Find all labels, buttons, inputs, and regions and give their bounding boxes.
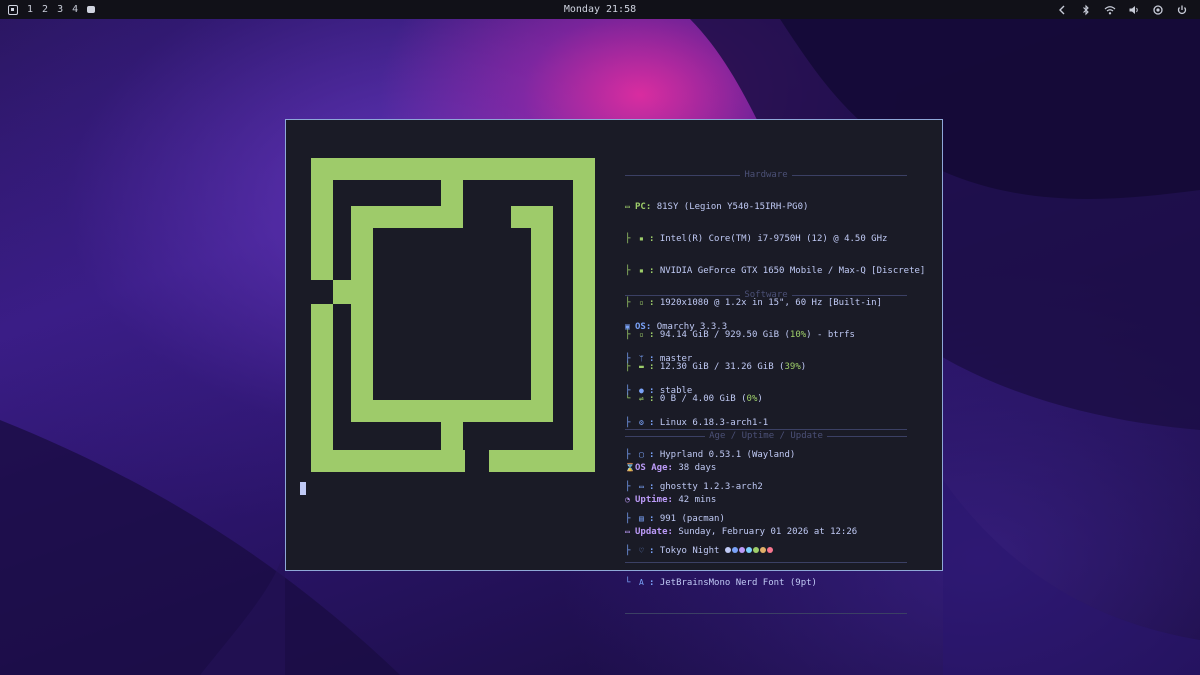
git-branch-icon: ᛘ (639, 354, 644, 363)
software-header: Software (625, 289, 908, 301)
terminal-window[interactable]: Hardware ▭ PC: 81SY (Legion Y540-15IRH-PG… (285, 119, 943, 614)
workspace-3-button[interactable]: 3 (57, 4, 63, 15)
hardware-header: Hardware (625, 169, 908, 181)
age-footer-rule (625, 562, 907, 569)
uptime-row: ◔ Uptime: 42 mins (625, 495, 717, 505)
os-icon: ▣ (625, 322, 630, 331)
bluetooth-icon[interactable] (1080, 4, 1092, 16)
channel-row: ├ ●: stable (625, 386, 693, 396)
channel-icon: ● (639, 386, 644, 395)
settings-icon[interactable] (1152, 4, 1164, 16)
active-workspace-indicator[interactable] (87, 6, 96, 13)
volume-icon[interactable] (1128, 4, 1140, 16)
cpu-icon: ▪ (639, 234, 644, 243)
terminal-cursor (300, 482, 306, 495)
age-header: Age / Uptime / Update (625, 430, 908, 442)
workspace-2-button[interactable]: 2 (42, 4, 48, 15)
os-age-row: ⌛ OS Age: 38 days (625, 463, 717, 473)
app-launcher-icon[interactable] (8, 4, 18, 15)
os-row: ▣ OS: Omarchy 3.3.3 (625, 322, 728, 332)
hourglass-icon: ⌛ (625, 463, 635, 472)
cpu-row: ├ ▪: Intel(R) Core(TM) i7-9750H (12) @ 4.… (625, 234, 888, 244)
power-icon[interactable] (1176, 4, 1188, 16)
pc-row: ▭ PC: 81SY (Legion Y540-15IRH-PG0) (625, 202, 809, 212)
chevron-left-icon[interactable] (1056, 4, 1068, 16)
top-bar: 1 2 3 4 Monday 21:58 (0, 0, 1200, 19)
age-section: Age / Uptime / Update ⌛ OS Age: 38 days ◔… (625, 410, 908, 589)
system-tray (1056, 0, 1188, 19)
wifi-icon[interactable] (1104, 4, 1116, 16)
update-row: ▭ Update: Sunday, February 01 2026 at 12:… (625, 527, 858, 537)
software-footer-rule (625, 613, 907, 620)
workspace-1-button[interactable]: 1 (27, 4, 33, 15)
omarchy-logo-icon (311, 158, 595, 472)
clock-icon: ◔ (625, 495, 630, 504)
update-icon: ▭ (625, 527, 630, 536)
desktop-wallpaper: 1 2 3 4 Monday 21:58 Hardware ▭ PC: 81S… (0, 0, 1200, 675)
clock: Monday 21:58 (563, 4, 637, 15)
workspace-4-button[interactable]: 4 (72, 4, 78, 15)
branch-row: ├ ᛘ: master (625, 354, 693, 364)
workspace-switcher: 1 2 3 4 (8, 0, 96, 19)
laptop-icon: ▭ (625, 202, 630, 211)
